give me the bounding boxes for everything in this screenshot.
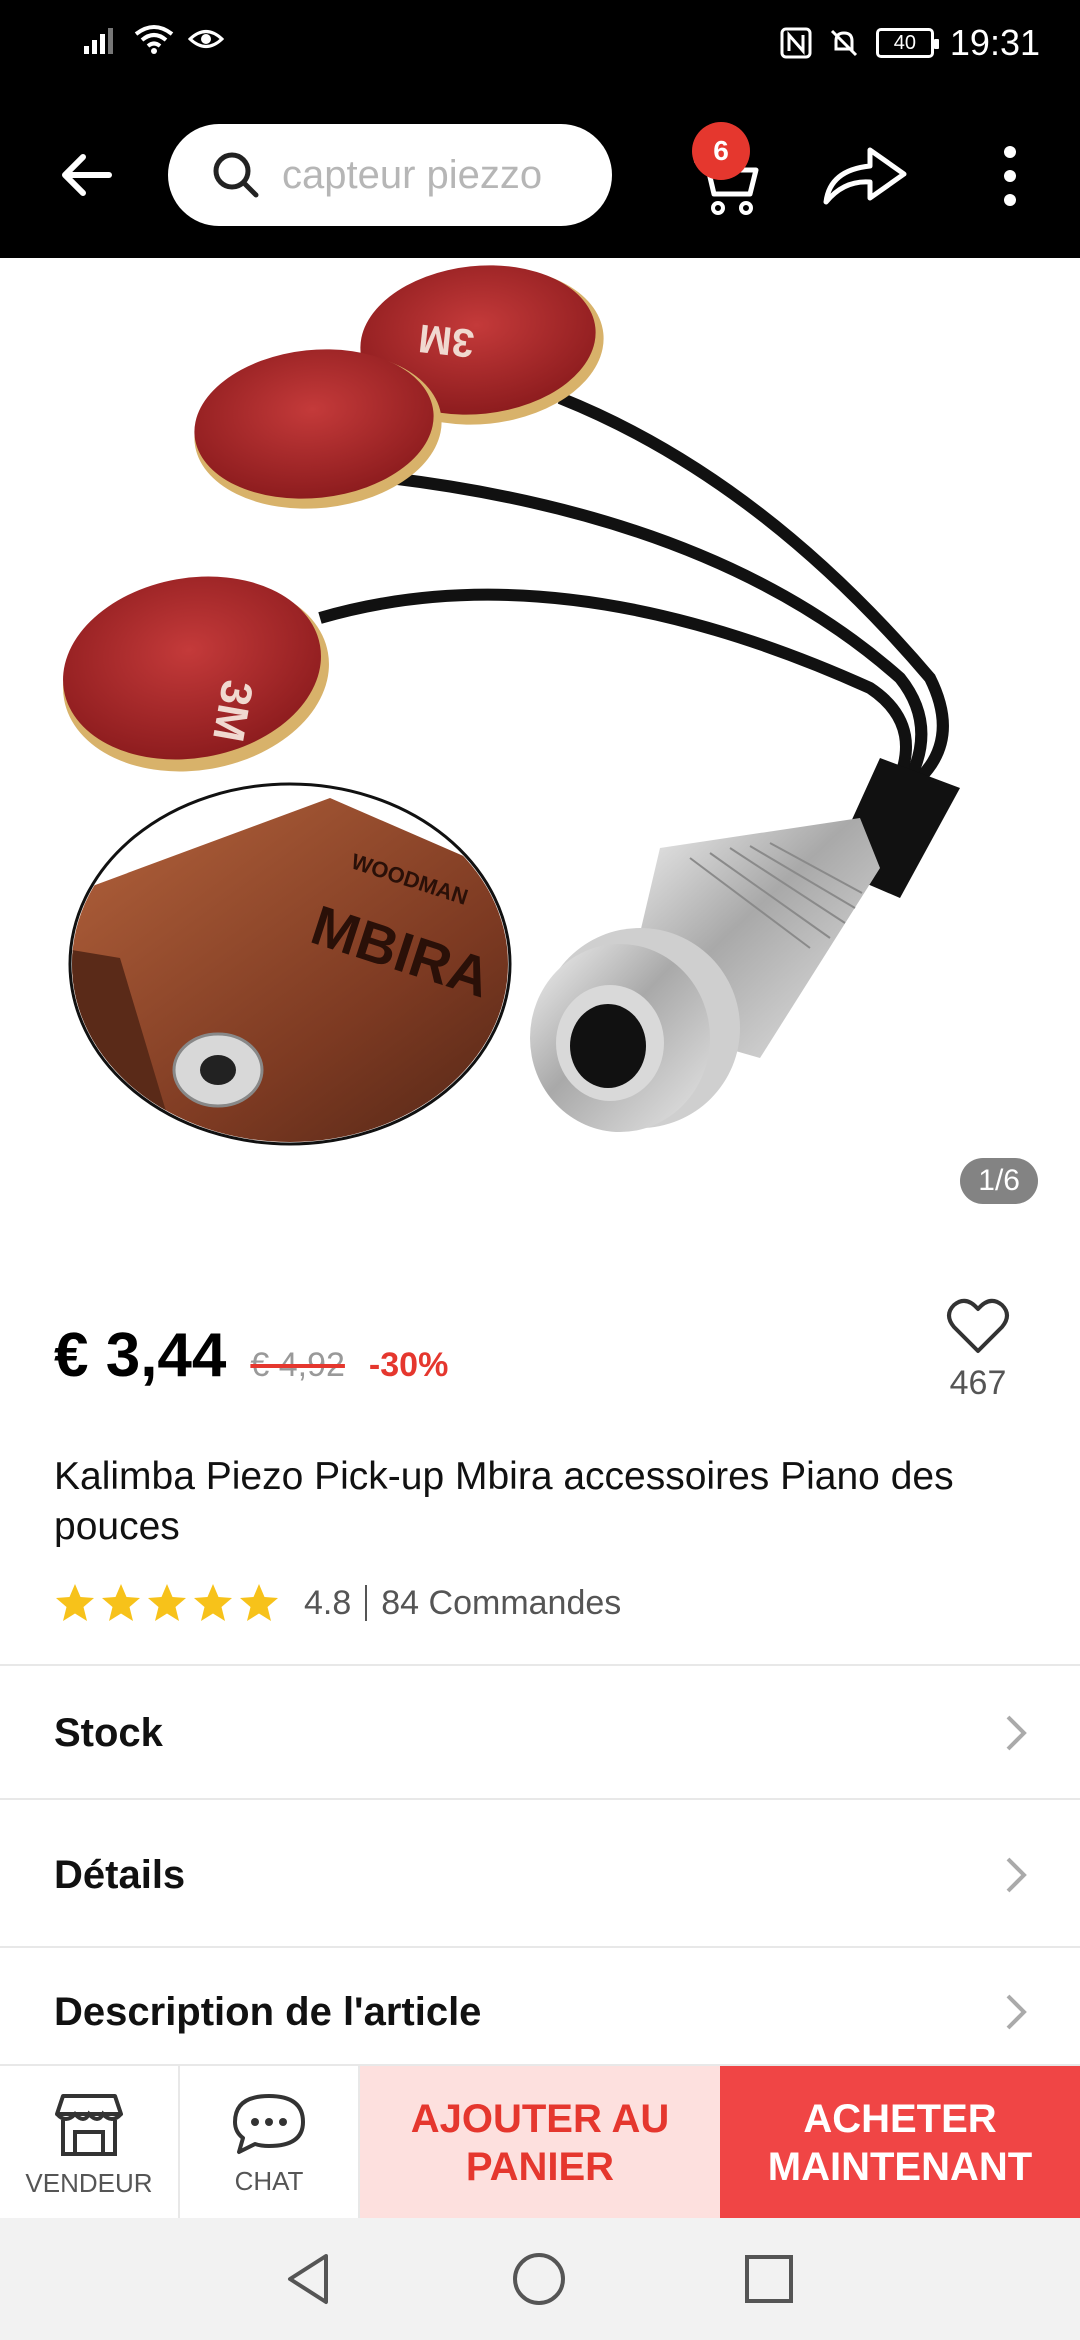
divider <box>0 1798 1080 1800</box>
divider <box>0 1946 1080 1948</box>
back-button[interactable] <box>50 140 120 210</box>
star-rating <box>54 1582 280 1624</box>
product-image: 3M 3M MBIRA WOODMAN <box>63 265 960 1146</box>
nav-recents-icon[interactable] <box>738 2248 800 2310</box>
search-placeholder: capteur piezzo <box>282 152 543 197</box>
price-row: € 3,44 € 4,92 -30% <box>54 1320 448 1391</box>
order-count: 84 Commandes <box>381 1583 622 1622</box>
seller-button[interactable]: VENDEUR <box>0 2066 180 2220</box>
heart-icon <box>947 1298 1009 1353</box>
status-bar: 40 19:31 <box>0 0 1080 90</box>
chat-label: CHAT <box>234 2165 304 2196</box>
image-page-counter: 1/6 <box>960 1158 1038 1204</box>
pad-brand-label: 3M <box>416 316 476 366</box>
chevron-right-icon <box>1006 1857 1027 1893</box>
cart-button[interactable]: 6 <box>680 122 770 220</box>
row-label: Stock <box>54 1710 163 1755</box>
star-icon <box>240 1584 278 1621</box>
row-details[interactable]: Détails <box>0 1810 1080 1940</box>
clock: 19:31 <box>949 22 1040 63</box>
star-icon <box>102 1584 140 1621</box>
app-bar: capteur piezzo 6 <box>0 90 1080 258</box>
system-navigation-bar <box>0 2218 1080 2340</box>
battery-level: 40 <box>893 31 917 54</box>
row-description[interactable]: Description de l'article <box>0 1960 1080 2064</box>
wishlist-count: 467 <box>949 1364 1007 1402</box>
row-stock[interactable]: Stock <box>0 1668 1080 1798</box>
eye-comfort-icon <box>188 30 224 48</box>
search-icon <box>213 152 259 198</box>
product-image-gallery[interactable]: 3M 3M MBIRA WOODMAN 1/6 <box>0 258 1080 1258</box>
original-price: € 4,92 <box>250 1346 345 1384</box>
star-icon <box>56 1584 94 1621</box>
rating-value: 4.8 <box>304 1583 352 1622</box>
row-label: Détails <box>54 1852 186 1897</box>
arrow-left-icon <box>62 154 112 196</box>
wishlist-button[interactable]: 467 <box>938 1295 1018 1403</box>
star-icon <box>194 1584 232 1621</box>
share-arrow-icon <box>823 147 907 205</box>
row-label: Description de l'article <box>54 1989 482 2034</box>
rating-separator <box>365 1585 368 1621</box>
chat-button[interactable]: CHAT <box>180 2066 360 2220</box>
cart-count-badge: 6 <box>692 122 750 180</box>
star-icon <box>148 1584 186 1621</box>
chevron-right-icon <box>1006 1715 1027 1751</box>
discount-badge: -30% <box>368 1346 449 1384</box>
status-right-icons: 40 19:31 <box>780 22 1040 64</box>
wifi-icon <box>134 25 174 54</box>
nfc-icon <box>780 27 812 59</box>
add-to-cart-label: AJOUTER AU PANIER <box>410 2097 670 2189</box>
nav-back-icon[interactable] <box>278 2248 340 2310</box>
product-title: Kalimba Piezo Pick-up Mbira accessoires … <box>54 1455 954 1548</box>
chat-bubble-icon <box>233 2093 305 2154</box>
bottom-action-bar: VENDEUR CHAT AJOUTER AU PANIER ACHETER M… <box>0 2064 1080 2220</box>
more-options-button[interactable] <box>990 136 1030 216</box>
search-input[interactable]: capteur piezzo <box>168 124 612 226</box>
mute-bell-icon <box>830 29 857 57</box>
seller-label: VENDEUR <box>25 2167 153 2198</box>
buy-now-button[interactable]: ACHETER MAINTENANT <box>720 2066 1080 2220</box>
current-price: € 3,44 <box>54 1321 227 1390</box>
pad-brand-label-2: 3M <box>203 677 262 746</box>
nav-home-icon[interactable] <box>508 2248 570 2310</box>
divider <box>0 1664 1080 1666</box>
battery-indicator: 40 <box>875 28 939 58</box>
add-to-cart-button[interactable]: AJOUTER AU PANIER <box>360 2066 720 2220</box>
store-icon <box>55 2093 123 2156</box>
share-button[interactable] <box>820 140 910 210</box>
buy-now-label: ACHETER MAINTENANT <box>767 2097 1033 2189</box>
more-vertical-icon <box>1004 146 1016 206</box>
signal-icon <box>84 28 113 54</box>
rating-row[interactable]: 4.8 84 Commandes <box>54 1582 621 1624</box>
status-left-icons <box>84 24 224 54</box>
chevron-right-icon <box>1006 1994 1027 2030</box>
